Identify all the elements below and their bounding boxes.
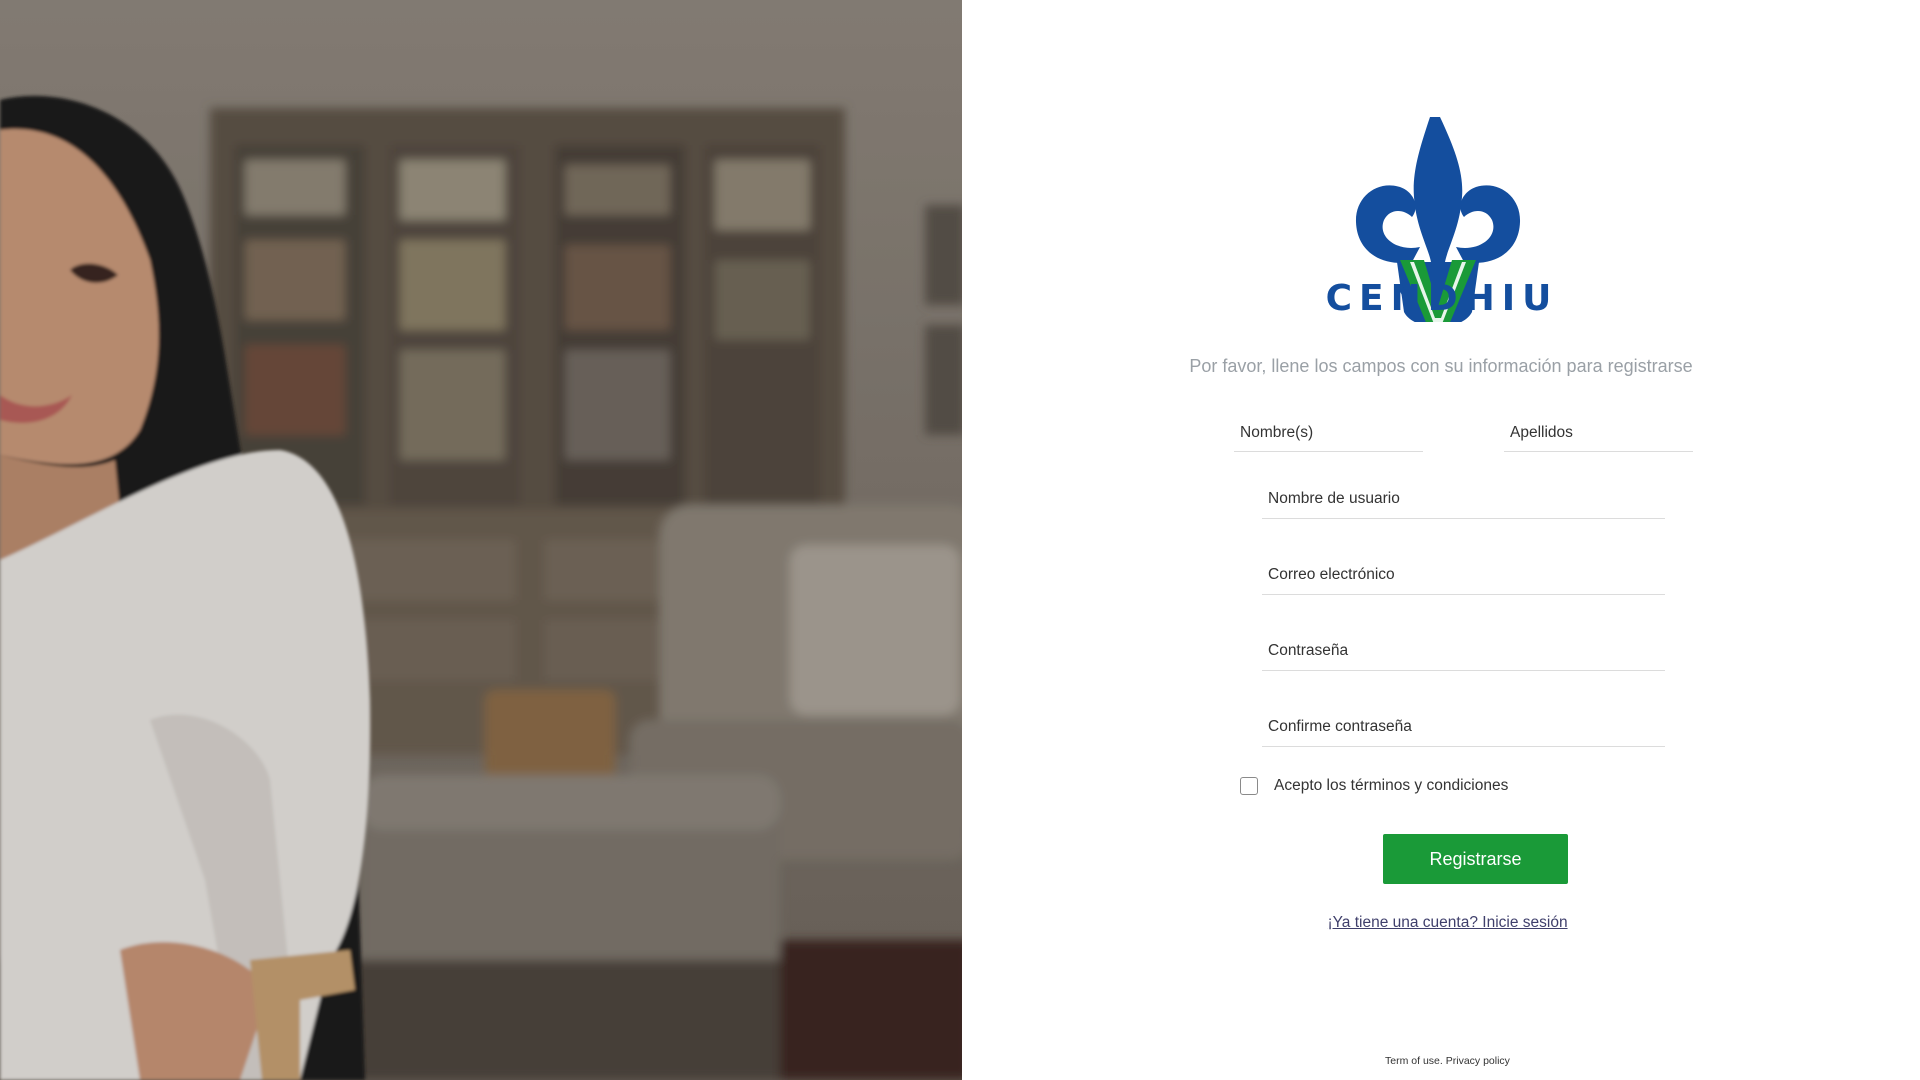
confirm-password-field [1262,704,1665,747]
privacy-policy-link[interactable]: Privacy policy [1446,1055,1510,1067]
first-name-input[interactable] [1234,410,1423,451]
terms-label[interactable]: Acepto los términos y condiciones [1274,777,1508,795]
form-subtitle: Por favor, llene los campos con su infor… [1189,356,1693,376]
terms-checkbox[interactable] [1240,777,1258,795]
footer: Term of use. Privacy policy [962,1055,1920,1067]
login-link-row: ¡Ya tiene una cuenta? Inicie sesión [962,914,1920,932]
last-name-input[interactable] [1504,410,1693,451]
hero-photo [0,0,962,1080]
username-field [1262,476,1665,519]
terms-row: Acepto los términos y condiciones [1240,775,1508,797]
registration-page: CENDHIU Por favor, llene los campos con … [0,0,1920,1080]
password-input[interactable] [1262,628,1665,670]
email-input[interactable] [1262,552,1665,594]
username-input[interactable] [1262,476,1665,518]
email-field [1262,552,1665,595]
first-name-field [1234,410,1423,452]
registration-panel: CENDHIU Por favor, llene los campos con … [962,0,1920,1080]
password-field [1262,628,1665,671]
brand-name: CENDHIU [1325,278,1559,319]
last-name-field [1504,410,1693,452]
terms-of-use-link[interactable]: Term of use. [1385,1055,1443,1067]
confirm-password-input[interactable] [1262,704,1665,746]
login-link[interactable]: ¡Ya tiene una cuenta? Inicie sesión [1327,914,1567,931]
register-button[interactable]: Registrarse [1383,834,1568,884]
